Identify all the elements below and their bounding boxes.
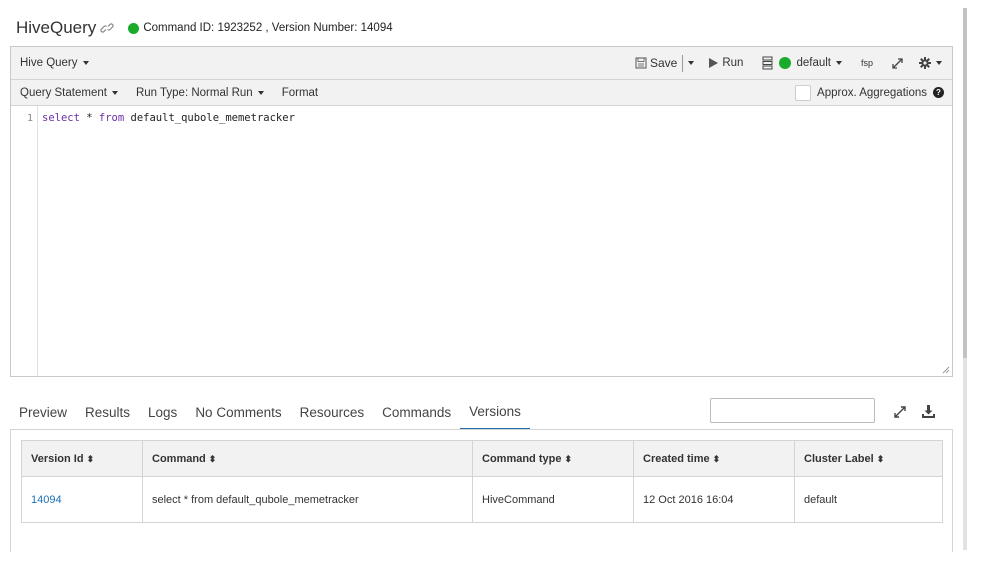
status-dot	[128, 22, 140, 34]
column-header-label: Command type	[482, 452, 562, 465]
sort-icon: ⬍	[86, 453, 95, 464]
run-type-dropdown[interactable]: Run Type: Normal Run	[136, 87, 264, 99]
code-keyword: from	[98, 112, 125, 124]
resize-grip-icon[interactable]	[942, 366, 950, 374]
cluster-status-dot	[779, 57, 792, 69]
format-label: Format	[281, 86, 319, 99]
approx-aggregations-checkbox[interactable]	[795, 84, 812, 101]
column-header-created-time[interactable]: Created time ⬍	[633, 440, 795, 477]
save-button[interactable]: Save	[635, 56, 677, 70]
expand-icon	[892, 57, 903, 69]
cluster-label: default	[796, 57, 831, 69]
editor-panel: Hive Query Save Run default fsp Query St…	[10, 46, 953, 377]
scrollbar-thumb[interactable]	[963, 8, 967, 358]
cluster-icon	[762, 56, 773, 70]
table-row: 14094 select * from default_qubole_memet…	[21, 476, 943, 523]
column-header-label: Command	[152, 452, 206, 465]
page-title: HiveQuery	[16, 18, 97, 37]
search-box	[710, 398, 876, 423]
query-editor[interactable]: 1 select * from default_qubole_memetrack…	[11, 106, 952, 376]
line-number: 1	[26, 113, 33, 124]
fullscreen-button[interactable]	[891, 57, 904, 70]
tab-comments[interactable]: No Comments	[186, 405, 290, 430]
cell-created-time: 12 Oct 2016 16:04	[633, 476, 795, 523]
table-header-row: Version Id ⬍ Command ⬍ Command type ⬍ Creat…	[21, 440, 943, 477]
run-button[interactable]: Run	[708, 57, 743, 69]
approx-aggregations-label: Approx. Aggregations	[817, 86, 927, 99]
settings-dropdown[interactable]	[919, 57, 942, 69]
save-options-dropdown[interactable]	[688, 61, 695, 65]
run-type-label: Run Type: Normal Run	[135, 86, 253, 99]
cluster-selector[interactable]: default	[762, 56, 842, 70]
fsp-button[interactable]: fsp	[861, 58, 873, 68]
page-scrollbar[interactable]	[963, 8, 967, 550]
link-icon[interactable]	[100, 21, 114, 35]
sort-icon: ⬍	[208, 453, 217, 464]
chevron-down-icon	[835, 61, 842, 65]
approx-aggregations-toggle[interactable]: Approx. Aggregations ?	[795, 84, 944, 101]
save-icon	[635, 57, 647, 69]
tab-resources[interactable]: Resources	[291, 405, 374, 430]
search-input[interactable]	[721, 400, 876, 421]
command-info: Command ID: 1923252 , Version Number: 14…	[143, 22, 393, 34]
tab-versions[interactable]: Versions	[460, 404, 530, 430]
fsp-label: fsp	[860, 58, 873, 68]
sort-icon: ⬍	[564, 453, 573, 464]
chevron-down-icon	[82, 61, 89, 65]
cell-version-id: 14094	[21, 476, 143, 523]
query-code-line[interactable]: select * from default_qubole_memetracker	[38, 106, 299, 376]
query-type-dropdown[interactable]: Hive Query	[20, 57, 89, 69]
code-keyword: select	[42, 112, 80, 124]
code-token: default_qubole_memetracker	[124, 112, 295, 124]
play-icon	[709, 58, 719, 68]
query-type-label: Hive Query	[20, 57, 78, 69]
toolbar-divider	[682, 54, 684, 72]
versions-panel: Version Id ⬍ Command ⬍ Command type ⬍ Creat…	[10, 429, 953, 552]
column-header-command[interactable]: Command ⬍	[142, 440, 473, 477]
chevron-down-icon	[111, 90, 118, 95]
format-button[interactable]: Format	[282, 87, 318, 99]
editor-toolbar: Hive Query Save Run default fsp	[11, 47, 952, 80]
query-statement-label: Query Statement	[20, 86, 107, 99]
save-label: Save	[649, 56, 678, 70]
versions-table: Version Id ⬍ Command ⬍ Command type ⬍ Creat…	[21, 440, 943, 523]
chevron-down-icon	[257, 90, 264, 95]
column-header-label: Cluster Label	[804, 452, 874, 465]
cell-command: select * from default_qubole_memetracker	[142, 476, 473, 523]
version-link[interactable]: 14094	[31, 494, 62, 506]
editor-subbar: Query Statement Run Type: Normal Run For…	[11, 80, 952, 106]
title-row: HiveQuery Command ID: 1923252 , Version …	[16, 18, 393, 38]
chevron-down-icon	[688, 61, 695, 65]
column-header-label: Created time	[643, 452, 710, 465]
run-label: Run	[722, 57, 744, 69]
code-token: *	[79, 112, 99, 124]
query-statement-dropdown[interactable]: Query Statement	[20, 87, 118, 99]
column-header-cluster-label[interactable]: Cluster Label ⬍	[794, 440, 943, 477]
column-header-command-type[interactable]: Command type ⬍	[472, 440, 634, 477]
sort-icon: ⬍	[712, 453, 721, 464]
column-header-version-id[interactable]: Version Id ⬍	[21, 440, 143, 477]
tab-preview[interactable]: Preview	[10, 405, 76, 430]
gear-icon	[919, 57, 931, 69]
cell-cluster-label: default	[794, 476, 943, 523]
sort-icon: ⬍	[876, 453, 885, 464]
column-header-label: Version Id	[31, 452, 84, 465]
help-icon[interactable]: ?	[933, 87, 944, 98]
tab-results[interactable]: Results	[76, 405, 139, 430]
cell-command-type: HiveCommand	[472, 476, 634, 523]
chevron-down-icon	[936, 61, 942, 65]
tab-logs[interactable]: Logs	[139, 405, 186, 430]
line-number-gutter: 1	[11, 106, 38, 376]
expand-icon[interactable]	[893, 405, 907, 419]
download-icon[interactable]	[921, 404, 936, 419]
tab-commands[interactable]: Commands	[373, 405, 460, 430]
